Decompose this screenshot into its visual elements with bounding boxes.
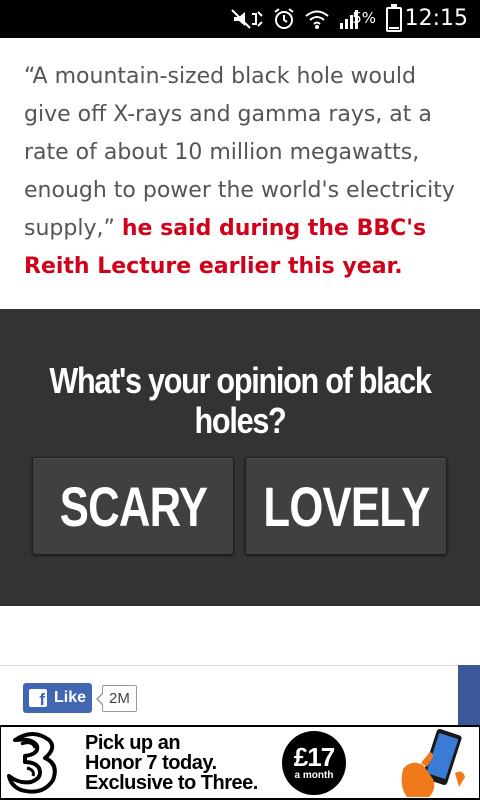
like-label: Like	[54, 689, 87, 706]
ad-line-3: Exclusive to Three.	[85, 772, 258, 794]
ad-copy: Pick up an Honor 7 today. Exclusive to T…	[85, 733, 258, 793]
ad-banner[interactable]: Pick up an Honor 7 today. Exclusive to T…	[0, 725, 480, 800]
status-bar: 5% 12:15	[0, 0, 480, 38]
price-badge: £17 a month	[282, 731, 346, 795]
price-amount: £17	[293, 742, 335, 772]
like-count: 2M	[96, 685, 137, 712]
opinion-poll: What's your opinion of black holes? SCAR…	[0, 309, 480, 606]
facebook-like-button[interactable]: f Like	[23, 683, 92, 713]
quote-text: “A mountain-sized black hole would give …	[24, 64, 455, 241]
lovely-button[interactable]: LOVELY	[245, 457, 447, 555]
alarm-icon	[274, 8, 294, 29]
ad-line-1: Pick up an	[85, 732, 181, 754]
clock: 12:15	[404, 6, 468, 31]
side-share-tab[interactable]	[458, 665, 480, 725]
ad-line-2: Honor 7 today.	[85, 752, 217, 774]
section-divider	[0, 665, 480, 666]
poll-question: What's your opinion of black holes?	[49, 360, 432, 441]
price-period: a month	[294, 770, 334, 781]
status-icons	[230, 6, 362, 32]
mute-icon	[231, 9, 263, 29]
wifi-icon	[305, 10, 329, 29]
facebook-icon: f	[29, 689, 47, 707]
battery-percent: 5%	[352, 9, 376, 27]
scary-button[interactable]: SCARY	[32, 457, 234, 555]
hand-holding-phone-icon	[401, 729, 465, 797]
lovely-button-label: LOVELY	[262, 474, 430, 538]
article-paragraph: “A mountain-sized black hole would give …	[24, 58, 464, 286]
three-logo-icon	[7, 732, 57, 794]
scary-button-label: SCARY	[59, 474, 207, 538]
battery-icon	[386, 4, 402, 32]
